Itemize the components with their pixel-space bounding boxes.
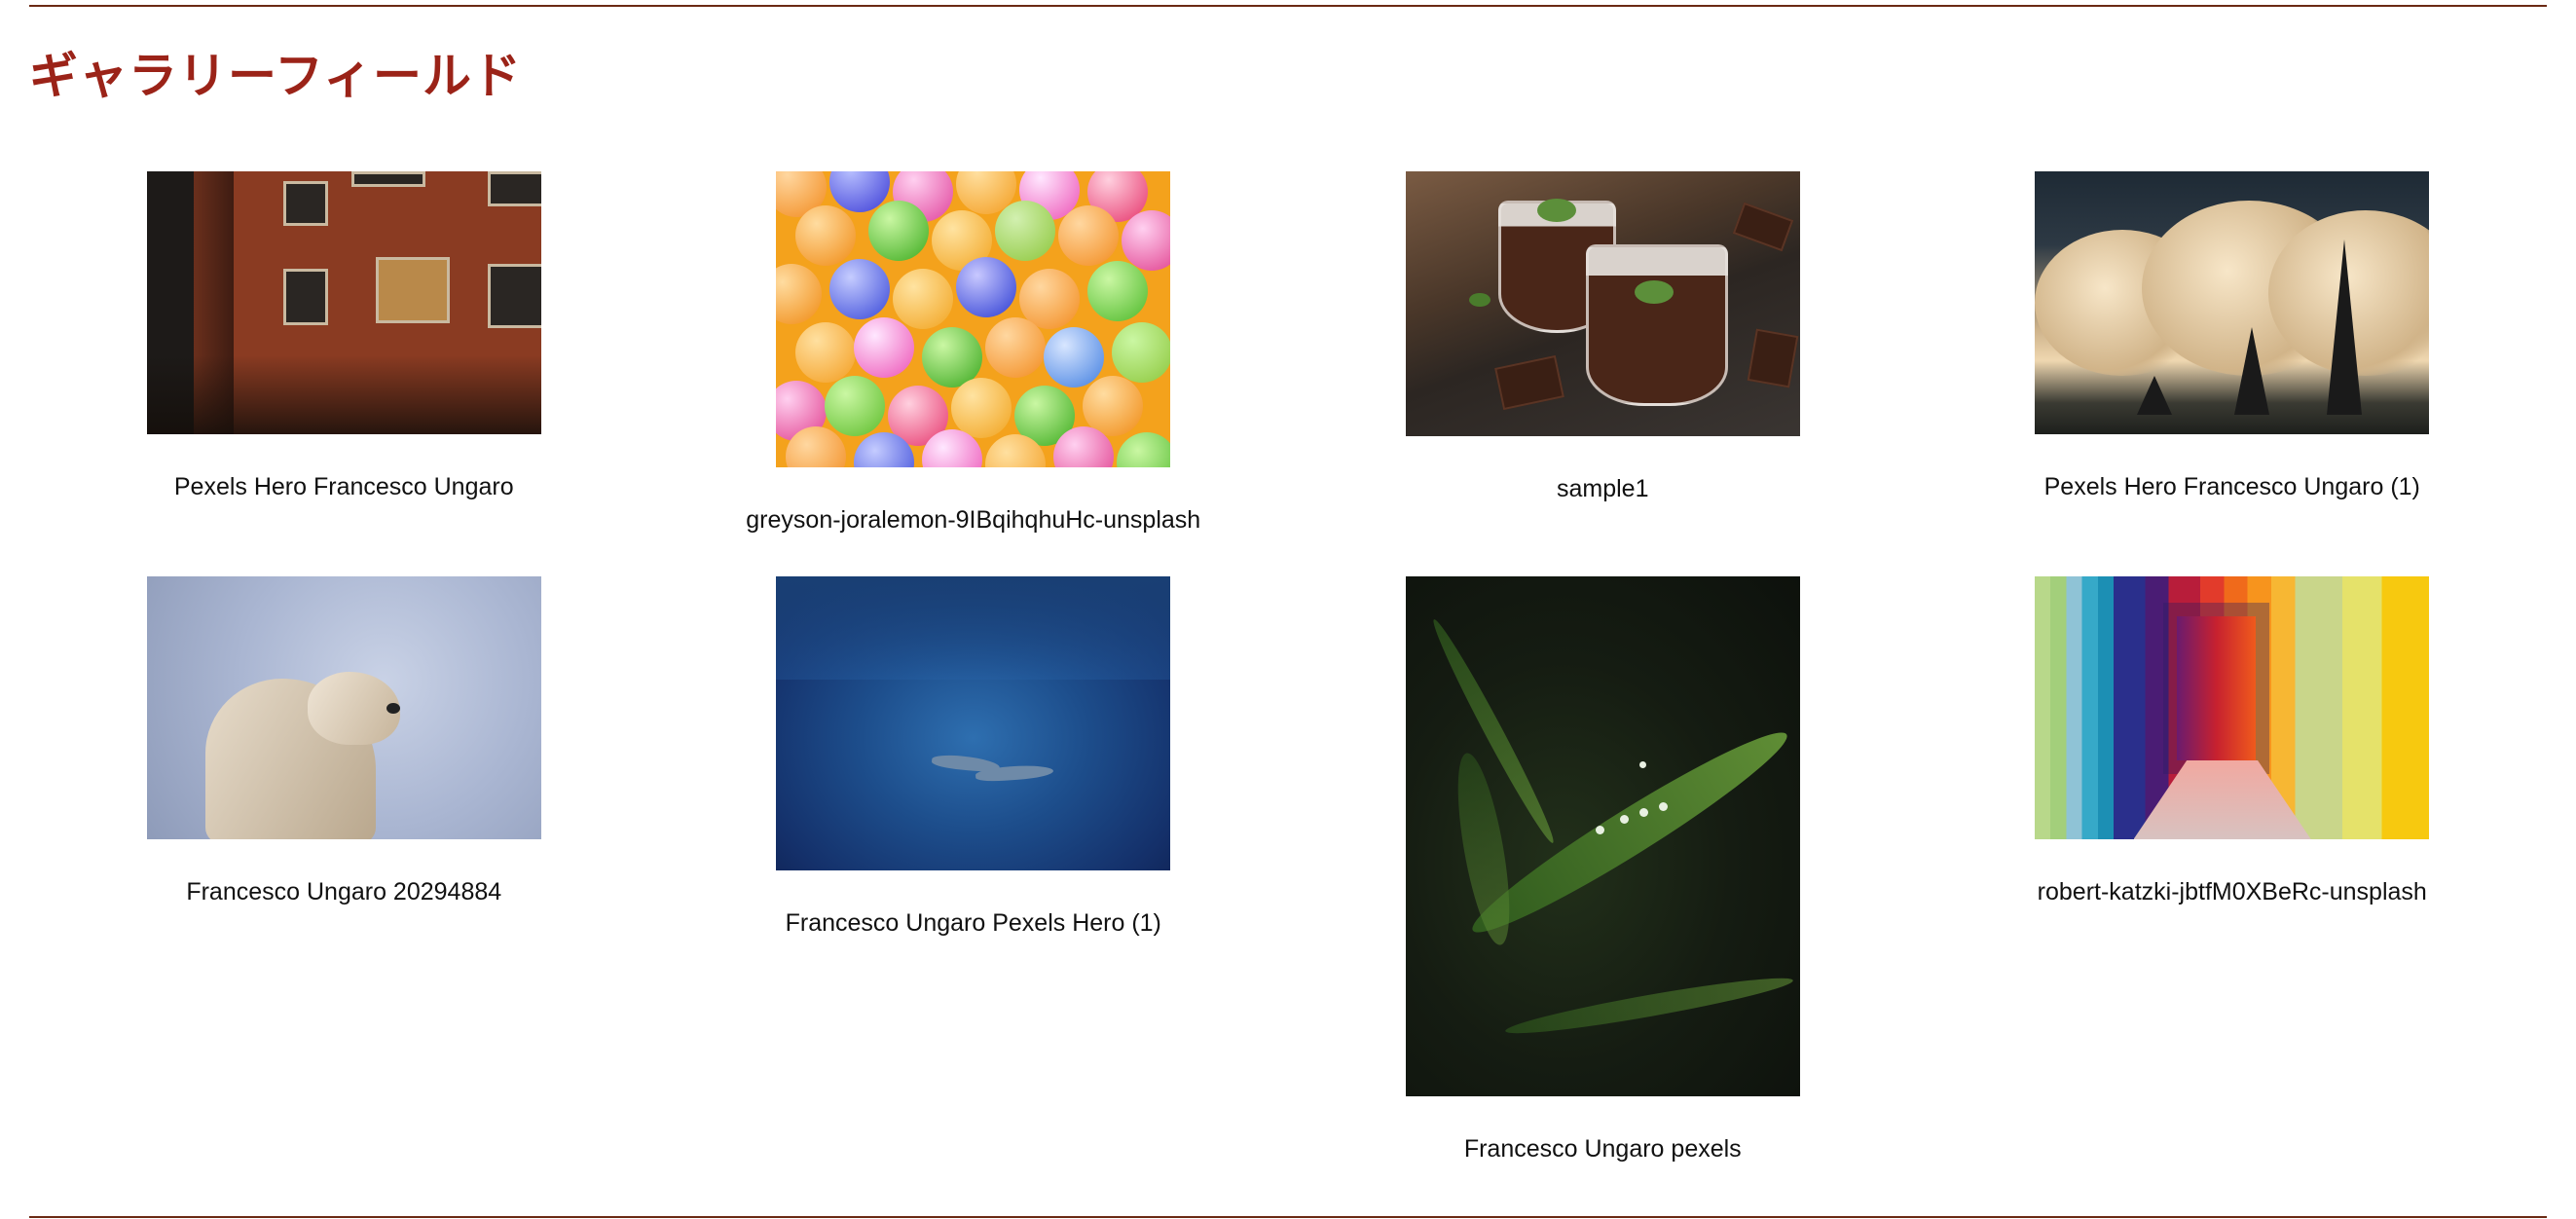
- top-divider: [29, 5, 2547, 7]
- image-caption: sample1: [1557, 475, 1649, 502]
- gallery-item[interactable]: Pexels Hero Francesco Ungaro (1): [1918, 171, 2548, 502]
- image-caption: robert-katzki-jbtfM0XBeRc-unsplash: [2037, 878, 2427, 905]
- underwater-dolphins-image[interactable]: [776, 576, 1171, 870]
- gallery-item[interactable]: Francesco Ungaro Pexels Hero (1): [659, 576, 1289, 939]
- gallery-item[interactable]: greyson-joralemon-9IBqihqhuHc-unsplash: [659, 171, 1289, 536]
- image-caption: Francesco Ungaro pexels: [1463, 1135, 1742, 1163]
- image-caption: Pexels Hero Francesco Ungaro (1): [2043, 473, 2420, 500]
- image-caption: Francesco Ungaro Pexels Hero (1): [785, 909, 1161, 937]
- gallery-item[interactable]: sample1: [1288, 171, 1918, 504]
- page-title: ギャラリーフィールド: [29, 48, 522, 104]
- gallery-item[interactable]: Francesco Ungaro 20294884: [29, 576, 659, 907]
- bottom-divider: [29, 1216, 2547, 1218]
- image-caption: Francesco Ungaro 20294884: [186, 878, 502, 905]
- image-caption: greyson-joralemon-9IBqihqhuHc-unsplash: [746, 506, 1201, 534]
- colorful-ball-pit-image[interactable]: [776, 171, 1171, 467]
- polar-bear-image[interactable]: [146, 576, 541, 839]
- image-gallery: Pexels Hero Francesco Ungaro greyson-jor…: [29, 171, 2547, 1164]
- rainbow-tunnel-image[interactable]: [2035, 576, 2430, 839]
- gallery-item[interactable]: Francesco Ungaro pexels: [1288, 576, 1918, 1164]
- clouds-power-pylons-image[interactable]: [2035, 171, 2430, 434]
- image-caption: Pexels Hero Francesco Ungaro: [173, 473, 514, 500]
- grass-blade-dew-drops-image[interactable]: [1405, 576, 1800, 1096]
- orange-building-facade-image[interactable]: [146, 171, 541, 434]
- gallery-item[interactable]: Pexels Hero Francesco Ungaro: [29, 171, 659, 502]
- gallery-item[interactable]: robert-katzki-jbtfM0XBeRc-unsplash: [1918, 576, 2548, 907]
- chocolate-mousse-cups-image[interactable]: [1405, 171, 1800, 436]
